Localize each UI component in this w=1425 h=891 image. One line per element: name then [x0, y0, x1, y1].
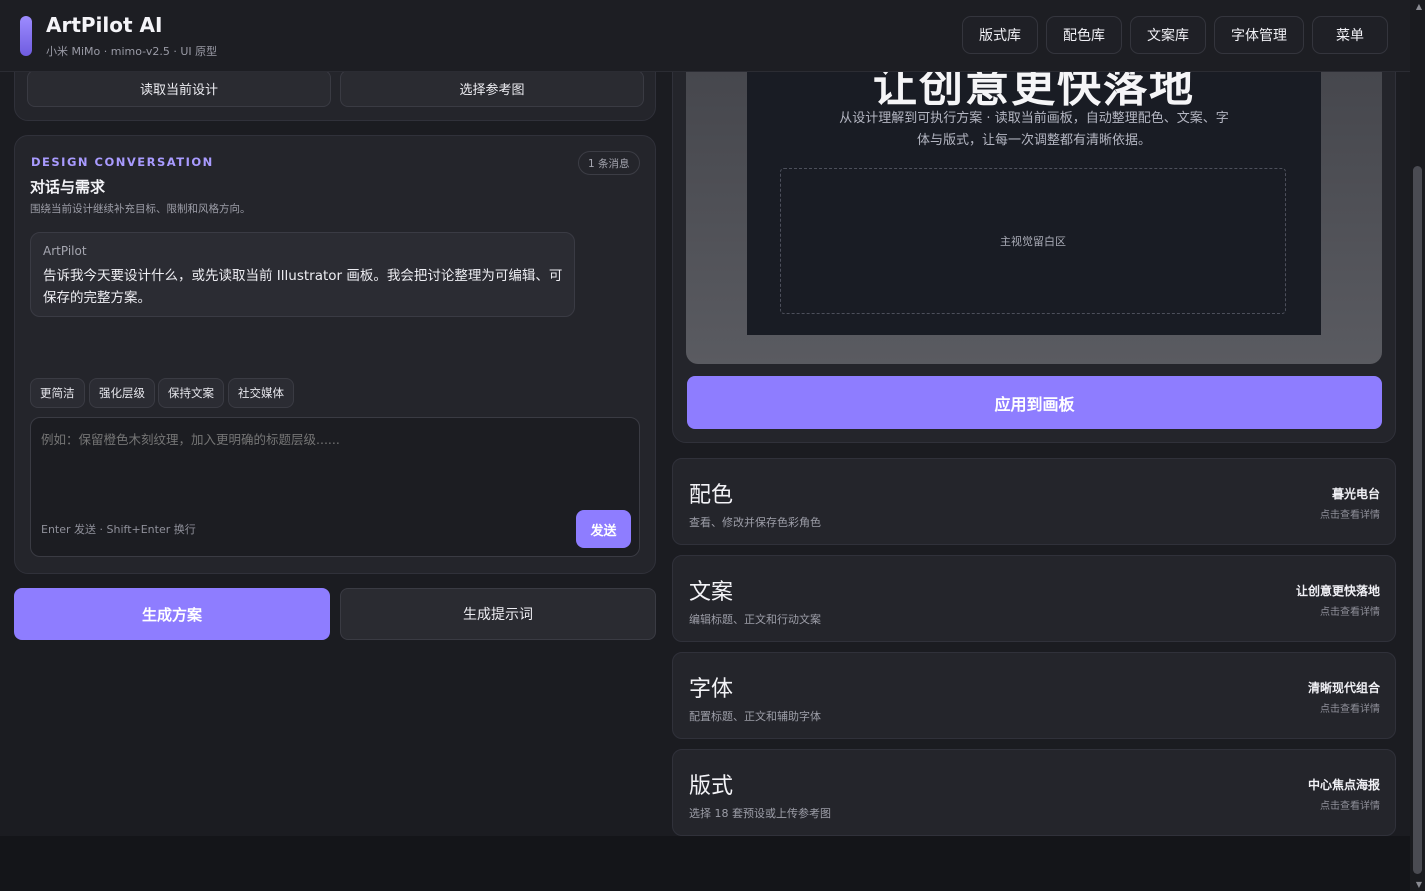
- section-hint: 点击查看详情: [1320, 704, 1380, 715]
- suggestion-chip-keep-copy[interactable]: 保持文案: [158, 378, 224, 408]
- select-reference-image-button[interactable]: 选择参考图: [340, 70, 644, 107]
- nav-menu-button[interactable]: 菜单: [1312, 16, 1388, 54]
- app-subtitle: 小米 MiMo · mimo-v2.5 · UI 原型: [46, 45, 218, 58]
- input-hint: Enter 发送 · Shift+Enter 换行: [41, 523, 196, 536]
- artboard-preview: 让创意更快落地 从设计理解到可执行方案 · 读取当前画板，自动整理配色、文案、字…: [686, 72, 1382, 364]
- suggestion-chip-hierarchy[interactable]: 强化层级: [89, 378, 155, 408]
- message-input-box: Enter 发送 · Shift+Enter 换行 发送: [30, 417, 640, 557]
- generate-prompt-button[interactable]: 生成提示词: [340, 588, 656, 640]
- suggestion-chip-simpler[interactable]: 更简洁: [30, 378, 85, 408]
- conversation-description: 围绕当前设计继续补充目标、限制和风格方向。: [30, 203, 251, 215]
- app-header: ArtPilot AI 小米 MiMo · mimo-v2.5 · UI 原型 …: [0, 0, 1410, 72]
- section-description: 编辑标题、正文和行动文案: [689, 613, 821, 626]
- message-count-badge: 1 条消息: [578, 151, 640, 175]
- assistant-message: ArtPilot 告诉我今天要设计什么，或先读取当前 Illustrator 画…: [30, 232, 575, 317]
- section-hint: 点击查看详情: [1320, 801, 1380, 812]
- scroll-up-arrow-icon[interactable]: ▲: [1416, 2, 1422, 11]
- message-sender: ArtPilot: [43, 244, 87, 258]
- suggestion-chip-social-media[interactable]: 社交媒体: [228, 378, 294, 408]
- apply-to-artboard-button[interactable]: 应用到画板: [687, 376, 1382, 429]
- poster-visual-placeholder: 主视觉留白区: [780, 168, 1286, 314]
- section-title: 文案: [689, 580, 734, 605]
- scrollbar-thumb[interactable]: [1413, 166, 1422, 874]
- section-title: 版式: [689, 774, 734, 799]
- brand-logo-icon: [20, 16, 32, 56]
- page-scrollbar[interactable]: ▲ ▼: [1410, 0, 1425, 891]
- section-title: 配色: [689, 483, 734, 508]
- visual-placeholder-label: 主视觉留白区: [1000, 235, 1066, 248]
- message-input[interactable]: [41, 430, 626, 500]
- section-title: 字体: [689, 677, 734, 702]
- app-title: ArtPilot AI: [46, 13, 163, 37]
- scroll-down-arrow-icon[interactable]: ▼: [1416, 880, 1422, 889]
- read-current-design-button[interactable]: 读取当前设计: [27, 70, 331, 107]
- message-text: 告诉我今天要设计什么，或先读取当前 Illustrator 画板。我会把讨论整理…: [43, 268, 563, 306]
- nav-layout-library-button[interactable]: 版式库: [962, 16, 1038, 54]
- conversation-title: 对话与需求: [30, 178, 106, 196]
- poster-description: 从设计理解到可执行方案 · 读取当前画板，自动整理配色、文案、字体与版式，让每一…: [839, 111, 1229, 148]
- nav-copy-library-button[interactable]: 文案库: [1130, 16, 1206, 54]
- section-description: 选择 18 套预设或上传参考图: [689, 807, 831, 820]
- section-value: 让创意更快落地: [1295, 584, 1380, 598]
- section-hint: 点击查看详情: [1320, 607, 1380, 618]
- section-card-color[interactable]: 配色 查看、修改并保存色彩角色 暮光电台 点击查看详情: [672, 458, 1396, 545]
- section-value: 中心焦点海报: [1307, 778, 1380, 792]
- nav-color-library-button[interactable]: 配色库: [1046, 16, 1122, 54]
- poster-preview: 让创意更快落地 从设计理解到可执行方案 · 读取当前画板，自动整理配色、文案、字…: [747, 72, 1321, 335]
- section-hint: 点击查看详情: [1320, 510, 1380, 521]
- section-description: 配置标题、正文和辅助字体: [689, 710, 821, 723]
- section-value: 暮光电台: [1331, 487, 1380, 501]
- section-description: 查看、修改并保存色彩角色: [689, 516, 821, 529]
- section-card-layout[interactable]: 版式 选择 18 套预设或上传参考图 中心焦点海报 点击查看详情: [672, 749, 1396, 836]
- section-card-font[interactable]: 字体 配置标题、正文和辅助字体 清晰现代组合 点击查看详情: [672, 652, 1396, 739]
- conversation-eyebrow: DESIGN CONVERSATION: [31, 155, 214, 169]
- top-nav: 版式库 配色库 文案库 字体管理 菜单: [962, 16, 1388, 54]
- nav-font-manager-button[interactable]: 字体管理: [1214, 16, 1304, 54]
- send-button[interactable]: 发送: [576, 510, 631, 548]
- section-card-copy[interactable]: 文案 编辑标题、正文和行动文案 让创意更快落地 点击查看详情: [672, 555, 1396, 642]
- generate-plan-button[interactable]: 生成方案: [14, 588, 330, 640]
- section-value: 清晰现代组合: [1307, 681, 1380, 695]
